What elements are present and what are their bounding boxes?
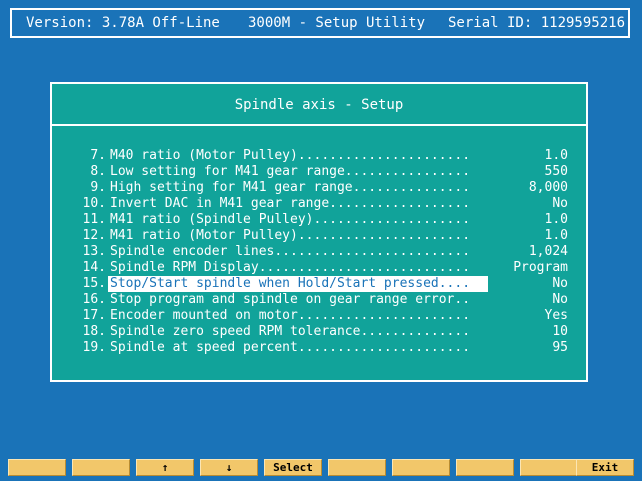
- setting-row-14[interactable]: 14. Spindle RPM Display.................…: [52, 260, 586, 276]
- setting-label-highlighted: Stop/Start spindle when Hold/Start press…: [108, 276, 488, 292]
- setting-label: M41 ratio (Motor Pulley)................…: [110, 228, 471, 243]
- function-key-7[interactable]: [392, 459, 450, 476]
- setting-value: 550: [544, 164, 568, 179]
- setting-list: 7. M40 ratio (Motor Pulley).............…: [52, 148, 586, 356]
- setting-label: Spindle RPM Display.....................…: [110, 260, 471, 275]
- title-bar: Version: 3.78A Off-Line 3000M - Setup Ut…: [10, 8, 630, 38]
- select-button[interactable]: Select: [264, 459, 322, 476]
- setting-row-13[interactable]: 13. Spindle encoder lines...............…: [52, 244, 586, 260]
- setting-label: Spindle zero speed RPM tolerance........…: [110, 324, 471, 339]
- setting-number: 8.: [90, 164, 106, 179]
- function-key-1[interactable]: [8, 459, 66, 476]
- setting-row-7[interactable]: 7. M40 ratio (Motor Pulley).............…: [52, 148, 586, 164]
- setting-value: Program: [513, 260, 568, 275]
- setting-number: 18.: [82, 324, 106, 339]
- exit-button[interactable]: Exit: [576, 459, 634, 476]
- function-key-8[interactable]: [456, 459, 514, 476]
- arrow-up-icon[interactable]: ↑: [136, 459, 194, 476]
- setting-row-18[interactable]: 18. Spindle zero speed RPM tolerance....…: [52, 324, 586, 340]
- setting-value: 10: [552, 324, 568, 339]
- arrow-down-icon[interactable]: ↓: [200, 459, 258, 476]
- setting-number: 7.: [90, 148, 106, 163]
- setting-number: 15.: [82, 276, 106, 291]
- panel-header: Spindle axis - Setup: [52, 84, 586, 126]
- function-key-9[interactable]: [520, 459, 578, 476]
- setting-label: M40 ratio (Motor Pulley)................…: [110, 148, 471, 163]
- setting-row-15[interactable]: 15. Stop/Start spindle when Hold/Start p…: [52, 276, 586, 292]
- setting-row-17[interactable]: 17. Encoder mounted on motor............…: [52, 308, 586, 324]
- setting-number: 9.: [90, 180, 106, 195]
- app-title: 3000M - Setup Utility: [248, 15, 426, 31]
- setting-label: Invert DAC in M41 gear range............…: [110, 196, 471, 211]
- setting-value: No: [552, 276, 568, 291]
- setting-row-12[interactable]: 12. M41 ratio (Motor Pulley)............…: [52, 228, 586, 244]
- setting-label: Spindle encoder lines...................…: [110, 244, 471, 259]
- setting-number: 16.: [82, 292, 106, 307]
- setting-row-10[interactable]: 10. Invert DAC in M41 gear range........…: [52, 196, 586, 212]
- panel-title: Spindle axis - Setup: [234, 97, 404, 113]
- setting-value: 1.0: [544, 148, 568, 163]
- setting-label: Encoder mounted on motor................…: [110, 308, 471, 323]
- setting-label: Stop program and spindle on gear range e…: [110, 292, 471, 307]
- function-key-bar: ↑ ↓ Select Exit: [8, 459, 634, 476]
- setting-row-11[interactable]: 11. M41 ratio (Spindle Pulley)..........…: [52, 212, 586, 228]
- setting-label: High setting for M41 gear range.........…: [110, 180, 471, 195]
- version-label: Version: 3.78A Off-Line: [26, 15, 220, 31]
- setup-panel: Spindle axis - Setup 7. M40 ratio (Motor…: [50, 82, 588, 382]
- setting-row-16[interactable]: 16. Stop program and spindle on gear ran…: [52, 292, 586, 308]
- setting-value: 8,000: [528, 180, 568, 195]
- setting-value: Yes: [544, 308, 568, 323]
- serial-id-label: Serial ID: 1129595216: [448, 15, 626, 31]
- setting-row-9[interactable]: 9. High setting for M41 gear range......…: [52, 180, 586, 196]
- setting-row-19[interactable]: 19. Spindle at speed percent............…: [52, 340, 586, 356]
- setting-number: 10.: [82, 196, 106, 211]
- setting-value: 1,024: [528, 244, 568, 259]
- setting-value: 95: [552, 340, 568, 355]
- setting-number: 14.: [82, 260, 106, 275]
- setting-label: Spindle at speed percent................…: [110, 340, 471, 355]
- function-key-2[interactable]: [72, 459, 130, 476]
- setting-value: 1.0: [544, 212, 568, 227]
- setting-number: 11.: [82, 212, 106, 227]
- setting-label: M41 ratio (Spindle Pulley)..............…: [110, 212, 471, 227]
- function-key-6[interactable]: [328, 459, 386, 476]
- setting-value: No: [552, 292, 568, 307]
- setting-number: 12.: [82, 228, 106, 243]
- setting-number: 19.: [82, 340, 106, 355]
- setting-number: 17.: [82, 308, 106, 323]
- setting-label: Low setting for M41 gear range..........…: [110, 164, 471, 179]
- setting-value: 1.0: [544, 228, 568, 243]
- setting-row-8[interactable]: 8. Low setting for M41 gear range.......…: [52, 164, 586, 180]
- setting-number: 13.: [82, 244, 106, 259]
- setting-value: No: [552, 196, 568, 211]
